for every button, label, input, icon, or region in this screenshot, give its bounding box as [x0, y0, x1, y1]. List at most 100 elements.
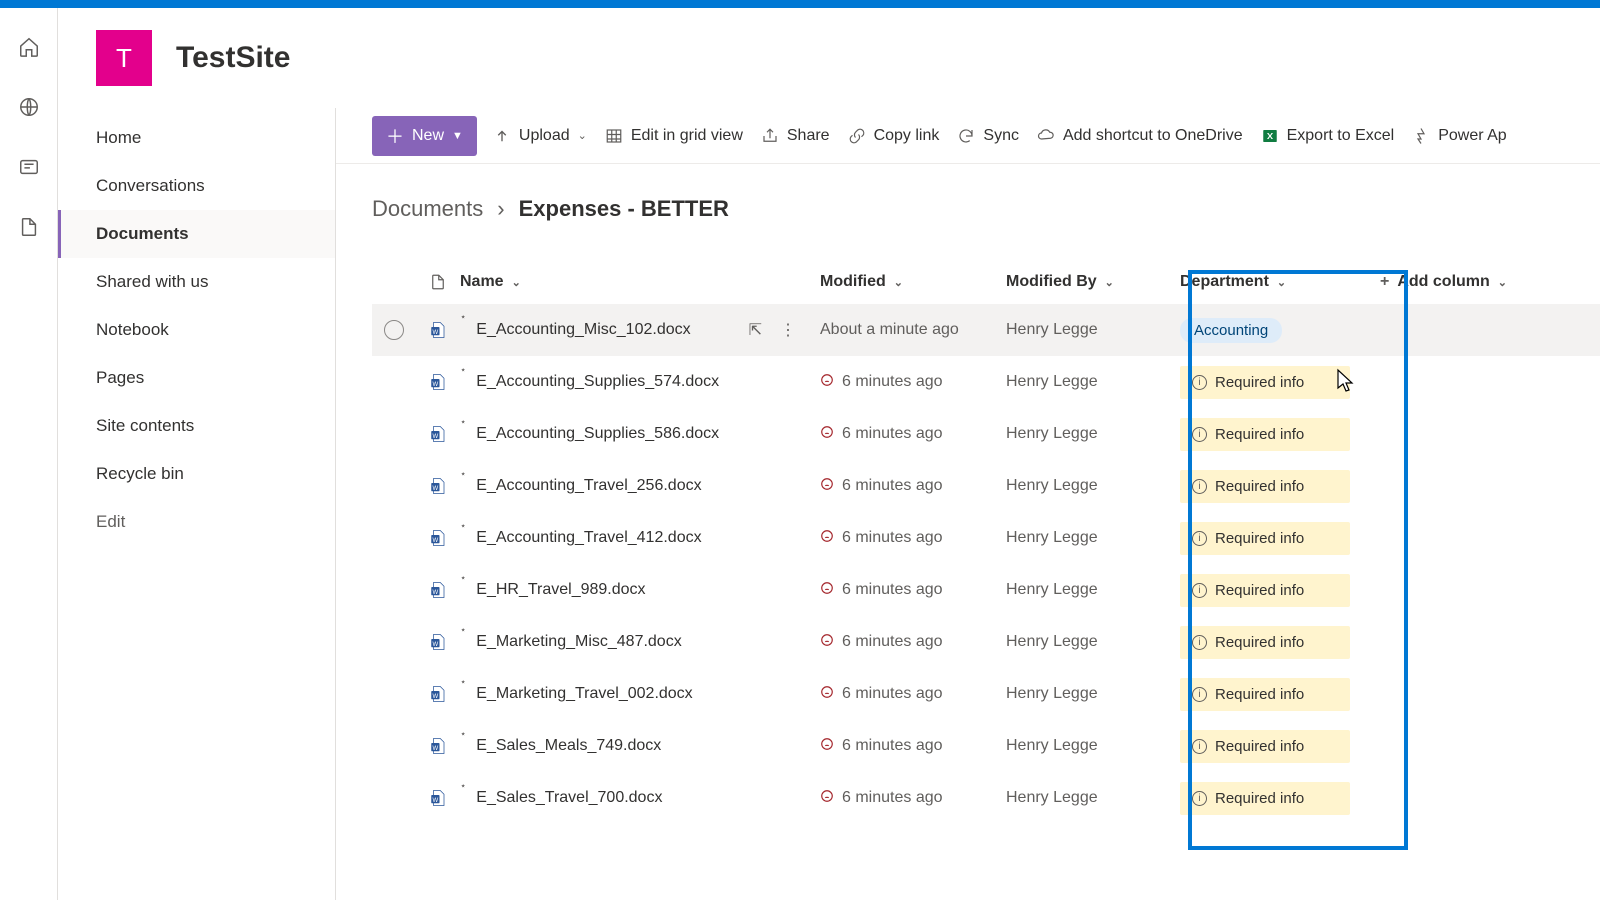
nav-edit-link[interactable]: Edit: [58, 498, 335, 546]
copy-link-button[interactable]: Copy link: [846, 123, 942, 149]
table-row[interactable]: W⋆E_Accounting_Misc_102.docx⇱⋮About a mi…: [372, 304, 1600, 356]
modified-by-cell[interactable]: Henry Legge: [1006, 789, 1166, 807]
modified-by-cell[interactable]: Henry Legge: [1006, 425, 1166, 443]
site-title[interactable]: TestSite: [176, 41, 290, 75]
file-type-icon: W: [416, 425, 460, 443]
table-row[interactable]: W⋆E_Marketing_Misc_487.docx6 minutes ago…: [372, 616, 1600, 668]
new-button-label: New: [412, 127, 444, 145]
svg-text:W: W: [433, 798, 439, 804]
required-info-label: Required info: [1215, 738, 1304, 755]
upload-button[interactable]: Upload ⌄: [491, 123, 589, 149]
news-icon[interactable]: [18, 156, 40, 178]
share-button[interactable]: Share: [759, 123, 832, 149]
file-name-cell[interactable]: ⋆E_Accounting_Travel_412.docx: [460, 529, 820, 547]
nav-pages[interactable]: Pages: [58, 354, 335, 402]
table-row[interactable]: W⋆E_Sales_Meals_749.docx6 minutes agoHen…: [372, 720, 1600, 772]
new-button[interactable]: ＋ New ▼: [372, 116, 477, 156]
add-column-label: Add column: [1397, 273, 1489, 291]
modified-by-cell[interactable]: Henry Legge: [1006, 529, 1166, 547]
required-info-badge[interactable]: iRequired info: [1180, 782, 1350, 815]
info-icon: i: [1192, 687, 1207, 702]
table-row[interactable]: W⋆E_Accounting_Travel_412.docx6 minutes …: [372, 512, 1600, 564]
department-cell[interactable]: iRequired info: [1166, 418, 1358, 451]
modified-by-cell[interactable]: Henry Legge: [1006, 373, 1166, 391]
globe-icon[interactable]: [18, 96, 40, 118]
required-info-badge[interactable]: iRequired info: [1180, 626, 1350, 659]
file-name-cell[interactable]: ⋆E_Accounting_Travel_256.docx: [460, 477, 820, 495]
missing-info-icon: [820, 737, 834, 756]
department-cell[interactable]: Accounting: [1166, 318, 1358, 343]
modified-by-cell[interactable]: Henry Legge: [1006, 737, 1166, 755]
sync-button[interactable]: Sync: [955, 123, 1021, 149]
file-name-cell[interactable]: ⋆E_Accounting_Supplies_574.docx: [460, 373, 820, 391]
row-select-radio[interactable]: [384, 320, 404, 340]
breadcrumb-root[interactable]: Documents: [372, 196, 483, 222]
file-name-cell[interactable]: ⋆E_HR_Travel_989.docx: [460, 581, 820, 599]
table-row[interactable]: W⋆E_Accounting_Travel_256.docx6 minutes …: [372, 460, 1600, 512]
modified-by-cell[interactable]: Henry Legge: [1006, 477, 1166, 495]
table-row[interactable]: W⋆E_Marketing_Travel_002.docx6 minutes a…: [372, 668, 1600, 720]
required-info-badge[interactable]: iRequired info: [1180, 522, 1350, 555]
modified-by-cell[interactable]: Henry Legge: [1006, 633, 1166, 651]
more-actions-icon[interactable]: ⋮: [780, 320, 796, 340]
file-type-icon: W: [416, 789, 460, 807]
file-name-cell[interactable]: ⋆E_Marketing_Misc_487.docx: [460, 633, 820, 651]
add-column-button[interactable]: + Add column ⌄: [1358, 273, 1507, 291]
modified-cell: 6 minutes ago: [820, 737, 1006, 756]
table-row[interactable]: W⋆E_Accounting_Supplies_574.docx6 minute…: [372, 356, 1600, 408]
department-cell[interactable]: iRequired info: [1166, 678, 1358, 711]
modified-by-cell[interactable]: Henry Legge: [1006, 581, 1166, 599]
add-shortcut-label: Add shortcut to OneDrive: [1063, 127, 1243, 145]
col-name-header[interactable]: Name ⌄: [460, 273, 820, 291]
file-name-cell[interactable]: ⋆E_Sales_Meals_749.docx: [460, 737, 820, 755]
required-info-badge[interactable]: iRequired info: [1180, 730, 1350, 763]
export-excel-button[interactable]: Export to Excel: [1259, 123, 1397, 149]
required-info-badge[interactable]: iRequired info: [1180, 470, 1350, 503]
nav-documents[interactable]: Documents: [58, 210, 335, 258]
col-modified-header[interactable]: Modified ⌄: [820, 273, 1006, 291]
power-automate-button[interactable]: Power Ap: [1410, 123, 1508, 149]
col-department-header[interactable]: Department ⌄: [1166, 273, 1358, 291]
required-info-badge[interactable]: iRequired info: [1180, 574, 1350, 607]
table-row[interactable]: W⋆E_Accounting_Supplies_586.docx6 minute…: [372, 408, 1600, 460]
nav-notebook[interactable]: Notebook: [58, 306, 335, 354]
department-cell[interactable]: iRequired info: [1166, 626, 1358, 659]
nav-shared[interactable]: Shared with us: [58, 258, 335, 306]
modified-by-cell[interactable]: Henry Legge: [1006, 321, 1166, 339]
nav-conversations[interactable]: Conversations: [58, 162, 335, 210]
col-modifiedby-header[interactable]: Modified By ⌄: [1006, 273, 1166, 291]
modified-by-cell[interactable]: Henry Legge: [1006, 685, 1166, 703]
col-filetype[interactable]: [416, 273, 460, 291]
required-info-badge[interactable]: iRequired info: [1180, 366, 1350, 399]
department-cell[interactable]: iRequired info: [1166, 574, 1358, 607]
file-name-cell[interactable]: ⋆E_Marketing_Travel_002.docx: [460, 685, 820, 703]
file-name: E_Accounting_Travel_412.docx: [476, 529, 701, 547]
nav-site-contents[interactable]: Site contents: [58, 402, 335, 450]
department-cell[interactable]: iRequired info: [1166, 782, 1358, 815]
table-row[interactable]: W⋆E_HR_Travel_989.docx6 minutes agoHenry…: [372, 564, 1600, 616]
file-name-cell[interactable]: ⋆E_Accounting_Misc_102.docx⇱⋮: [460, 320, 820, 340]
nav-home[interactable]: Home: [58, 114, 335, 162]
file-name-cell[interactable]: ⋆E_Accounting_Supplies_586.docx: [460, 425, 820, 443]
share-icon[interactable]: ⇱: [749, 320, 762, 340]
home-icon[interactable]: [18, 36, 40, 58]
required-info-badge[interactable]: iRequired info: [1180, 678, 1350, 711]
row-select-cell[interactable]: [372, 320, 416, 340]
department-cell[interactable]: iRequired info: [1166, 470, 1358, 503]
missing-info-icon: [820, 477, 834, 496]
file-name-cell[interactable]: ⋆E_Sales_Travel_700.docx: [460, 789, 820, 807]
modified-value: 6 minutes ago: [842, 581, 943, 599]
files-icon[interactable]: [18, 216, 40, 238]
nav-recycle-bin[interactable]: Recycle bin: [58, 450, 335, 498]
modified-cell: 6 minutes ago: [820, 789, 1006, 808]
info-icon: i: [1192, 635, 1207, 650]
add-shortcut-button[interactable]: Add shortcut to OneDrive: [1035, 123, 1245, 149]
site-logo[interactable]: T: [96, 30, 152, 86]
required-info-badge[interactable]: iRequired info: [1180, 418, 1350, 451]
edit-grid-button[interactable]: Edit in grid view: [603, 123, 745, 149]
department-cell[interactable]: iRequired info: [1166, 730, 1358, 763]
department-cell[interactable]: iRequired info: [1166, 366, 1358, 399]
file-type-icon: W: [416, 633, 460, 651]
table-row[interactable]: W ⋆E_Sales_Travel_700.docx6 minutes agoHe…: [372, 772, 1600, 824]
department-cell[interactable]: iRequired info: [1166, 522, 1358, 555]
